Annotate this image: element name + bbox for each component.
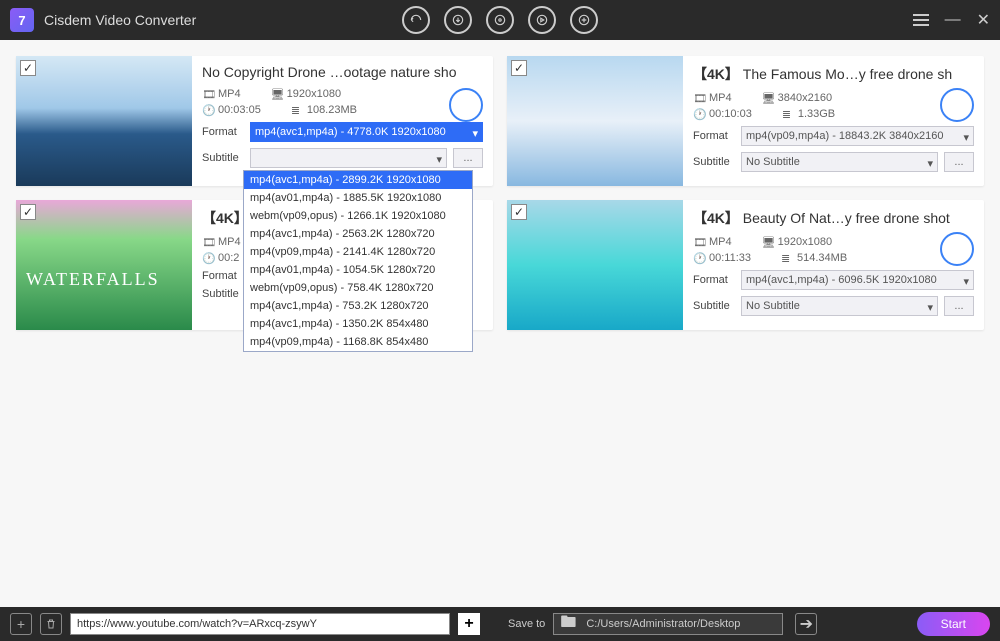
video-title: 【4K】 Beauty Of Nat…y free drone shot <box>693 208 974 228</box>
subtitle-select[interactable]: No Subtitle▾ <box>741 296 938 316</box>
app-title: Cisdem Video Converter <box>44 12 196 28</box>
format-label: Format <box>693 130 735 142</box>
video-title: No Copyright Drone …ootage nature sho <box>202 64 483 80</box>
resolution-label: 🖥1920x1080 <box>762 236 832 248</box>
download-button[interactable] <box>449 88 483 122</box>
format-option[interactable]: mp4(avc1,mp4a) - 1350.2K 854x480 <box>244 315 472 333</box>
subtitle-label: Subtitle <box>693 300 735 312</box>
saveto-field: 🖿 <box>553 613 783 635</box>
add-file-button[interactable]: + <box>10 613 32 635</box>
video-card: ✓ 【4K】 Beauty Of Nat…y free drone shot 🎞… <box>507 200 984 330</box>
resolution-label: 🖥1920x1080 <box>271 88 341 100</box>
subtitle-select[interactable]: No Subtitle▾ <box>741 152 938 172</box>
rip-tab-icon[interactable] <box>486 6 514 34</box>
duration-label: 🕐00:11:33 <box>693 252 751 264</box>
download-button[interactable] <box>940 88 974 122</box>
add-url-button[interactable]: + <box>458 613 480 635</box>
container-label: 🎞MP4 <box>202 88 241 100</box>
play-tab-icon[interactable] <box>570 6 598 34</box>
select-checkbox[interactable]: ✓ <box>511 60 527 76</box>
format-select[interactable]: mp4(avc1,mp4a) - 6096.5K 1920x1080▾ <box>741 270 974 290</box>
minimize-button[interactable]: — <box>945 11 961 29</box>
more-button[interactable]: ... <box>944 296 974 316</box>
format-select[interactable]: mp4(avc1,mp4a) - 4778.0K 1920x1080▾ <box>250 122 483 142</box>
more-button[interactable]: ... <box>453 148 483 168</box>
thumbnail[interactable]: ✓ <box>507 200 683 330</box>
size-label: ≣108.23MB <box>291 104 357 116</box>
size-label: ≣1.33GB <box>782 108 835 120</box>
more-button[interactable]: ... <box>944 152 974 172</box>
format-label: Format <box>202 270 244 282</box>
video-card: ✓ 【4K】 The Famous Mo…y free drone sh 🎞MP… <box>507 56 984 186</box>
edit-tab-icon[interactable] <box>528 6 556 34</box>
format-option[interactable]: mp4(vp09,mp4a) - 2141.4K 1280x720 <box>244 243 472 261</box>
video-card: ✓ No Copyright Drone …ootage nature sho … <box>16 56 493 186</box>
close-button[interactable]: ✕ <box>977 10 990 30</box>
download-tab-icon[interactable] <box>444 6 472 34</box>
format-option[interactable]: mp4(avc1,mp4a) - 2899.2K 1920x1080 <box>244 171 472 189</box>
open-folder-button[interactable]: ➔ <box>795 613 817 635</box>
format-select[interactable]: mp4(vp09,mp4a) - 18843.2K 3840x2160▾ <box>741 126 974 146</box>
bottombar: + + Save to 🖿 ➔ Start <box>0 607 1000 641</box>
thumbnail[interactable]: ✓ <box>16 56 192 186</box>
url-input[interactable] <box>70 613 450 635</box>
duration-label: 🕐00:2 <box>202 252 239 264</box>
titlebar: 7 Cisdem Video Converter — ✕ <box>0 0 1000 40</box>
subtitle-label: Subtitle <box>202 152 244 164</box>
container-label: 🎞MP4 <box>202 236 241 248</box>
thumbnail[interactable]: ✓ WATERFALLS <box>16 200 192 330</box>
duration-label: 🕐00:10:03 <box>693 108 752 120</box>
delete-button[interactable] <box>40 613 62 635</box>
format-option[interactable]: mp4(av01,mp4a) - 1885.5K 1920x1080 <box>244 189 472 207</box>
subtitle-label: Subtitle <box>693 156 735 168</box>
format-option[interactable]: mp4(av01,mp4a) - 1054.5K 1280x720 <box>244 261 472 279</box>
format-option[interactable]: webm(vp09,opus) - 758.4K 1280x720 <box>244 279 472 297</box>
select-checkbox[interactable]: ✓ <box>511 204 527 220</box>
resolution-label: 🖥3840x2160 <box>762 92 832 104</box>
mode-tabs <box>402 6 598 34</box>
thumbnail[interactable]: ✓ <box>507 56 683 186</box>
format-option[interactable]: mp4(avc1,mp4a) - 2563.2K 1280x720 <box>244 225 472 243</box>
container-label: 🎞MP4 <box>693 236 732 248</box>
folder-icon: 🖿 <box>554 611 582 638</box>
container-label: 🎞MP4 <box>693 92 732 104</box>
format-option[interactable]: mp4(avc1,mp4a) - 753.2K 1280x720 <box>244 297 472 315</box>
download-button[interactable] <box>940 232 974 266</box>
format-label: Format <box>693 274 735 286</box>
app-logo: 7 <box>10 8 34 32</box>
convert-tab-icon[interactable] <box>402 6 430 34</box>
window-controls: — ✕ <box>913 10 990 30</box>
duration-label: 🕐00:03:05 <box>202 104 261 116</box>
format-option[interactable]: mp4(vp09,mp4a) - 1168.8K 854x480 <box>244 333 472 351</box>
format-label: Format <box>202 126 244 138</box>
select-checkbox[interactable]: ✓ <box>20 204 36 220</box>
video-list: ✓ No Copyright Drone …ootage nature sho … <box>0 40 1000 346</box>
saveto-label: Save to <box>508 618 545 630</box>
format-dropdown[interactable]: mp4(avc1,mp4a) - 2899.2K 1920x1080 mp4(a… <box>243 170 473 352</box>
size-label: ≣514.34MB <box>781 252 847 264</box>
saveto-input[interactable] <box>582 614 782 634</box>
select-checkbox[interactable]: ✓ <box>20 60 36 76</box>
start-button[interactable]: Start <box>917 612 990 636</box>
video-title: 【4K】 The Famous Mo…y free drone sh <box>693 64 974 84</box>
format-option[interactable]: webm(vp09,opus) - 1266.1K 1920x1080 <box>244 207 472 225</box>
subtitle-label: Subtitle <box>202 288 244 300</box>
subtitle-select[interactable]: ▾ <box>250 148 447 168</box>
menu-button[interactable] <box>913 14 929 26</box>
